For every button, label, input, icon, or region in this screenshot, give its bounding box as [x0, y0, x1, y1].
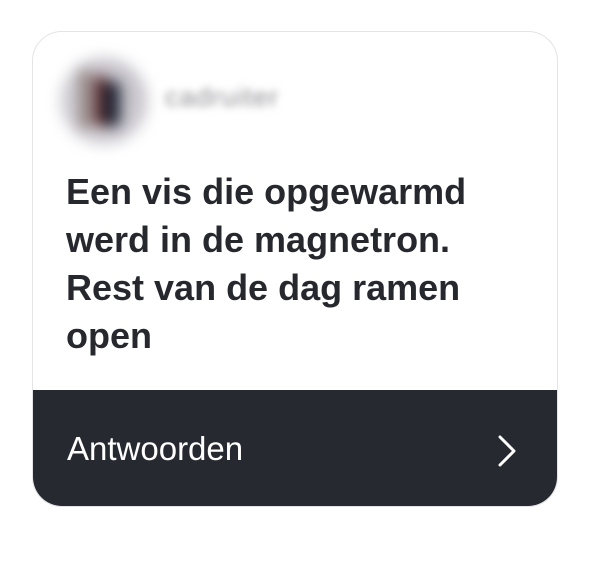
chevron-right-icon: [498, 435, 516, 467]
reply-card: cadruiter Een vis die opgewarmd werd in …: [32, 31, 558, 507]
reply-button[interactable]: Antwoorden: [33, 390, 557, 506]
card-header: cadruiter: [33, 32, 557, 172]
reply-label: Antwoorden: [67, 430, 244, 467]
message-text: Een vis die opgewarmd werd in de magnetr…: [66, 171, 467, 356]
username[interactable]: cadruiter: [165, 82, 279, 113]
avatar[interactable]: [60, 57, 148, 145]
